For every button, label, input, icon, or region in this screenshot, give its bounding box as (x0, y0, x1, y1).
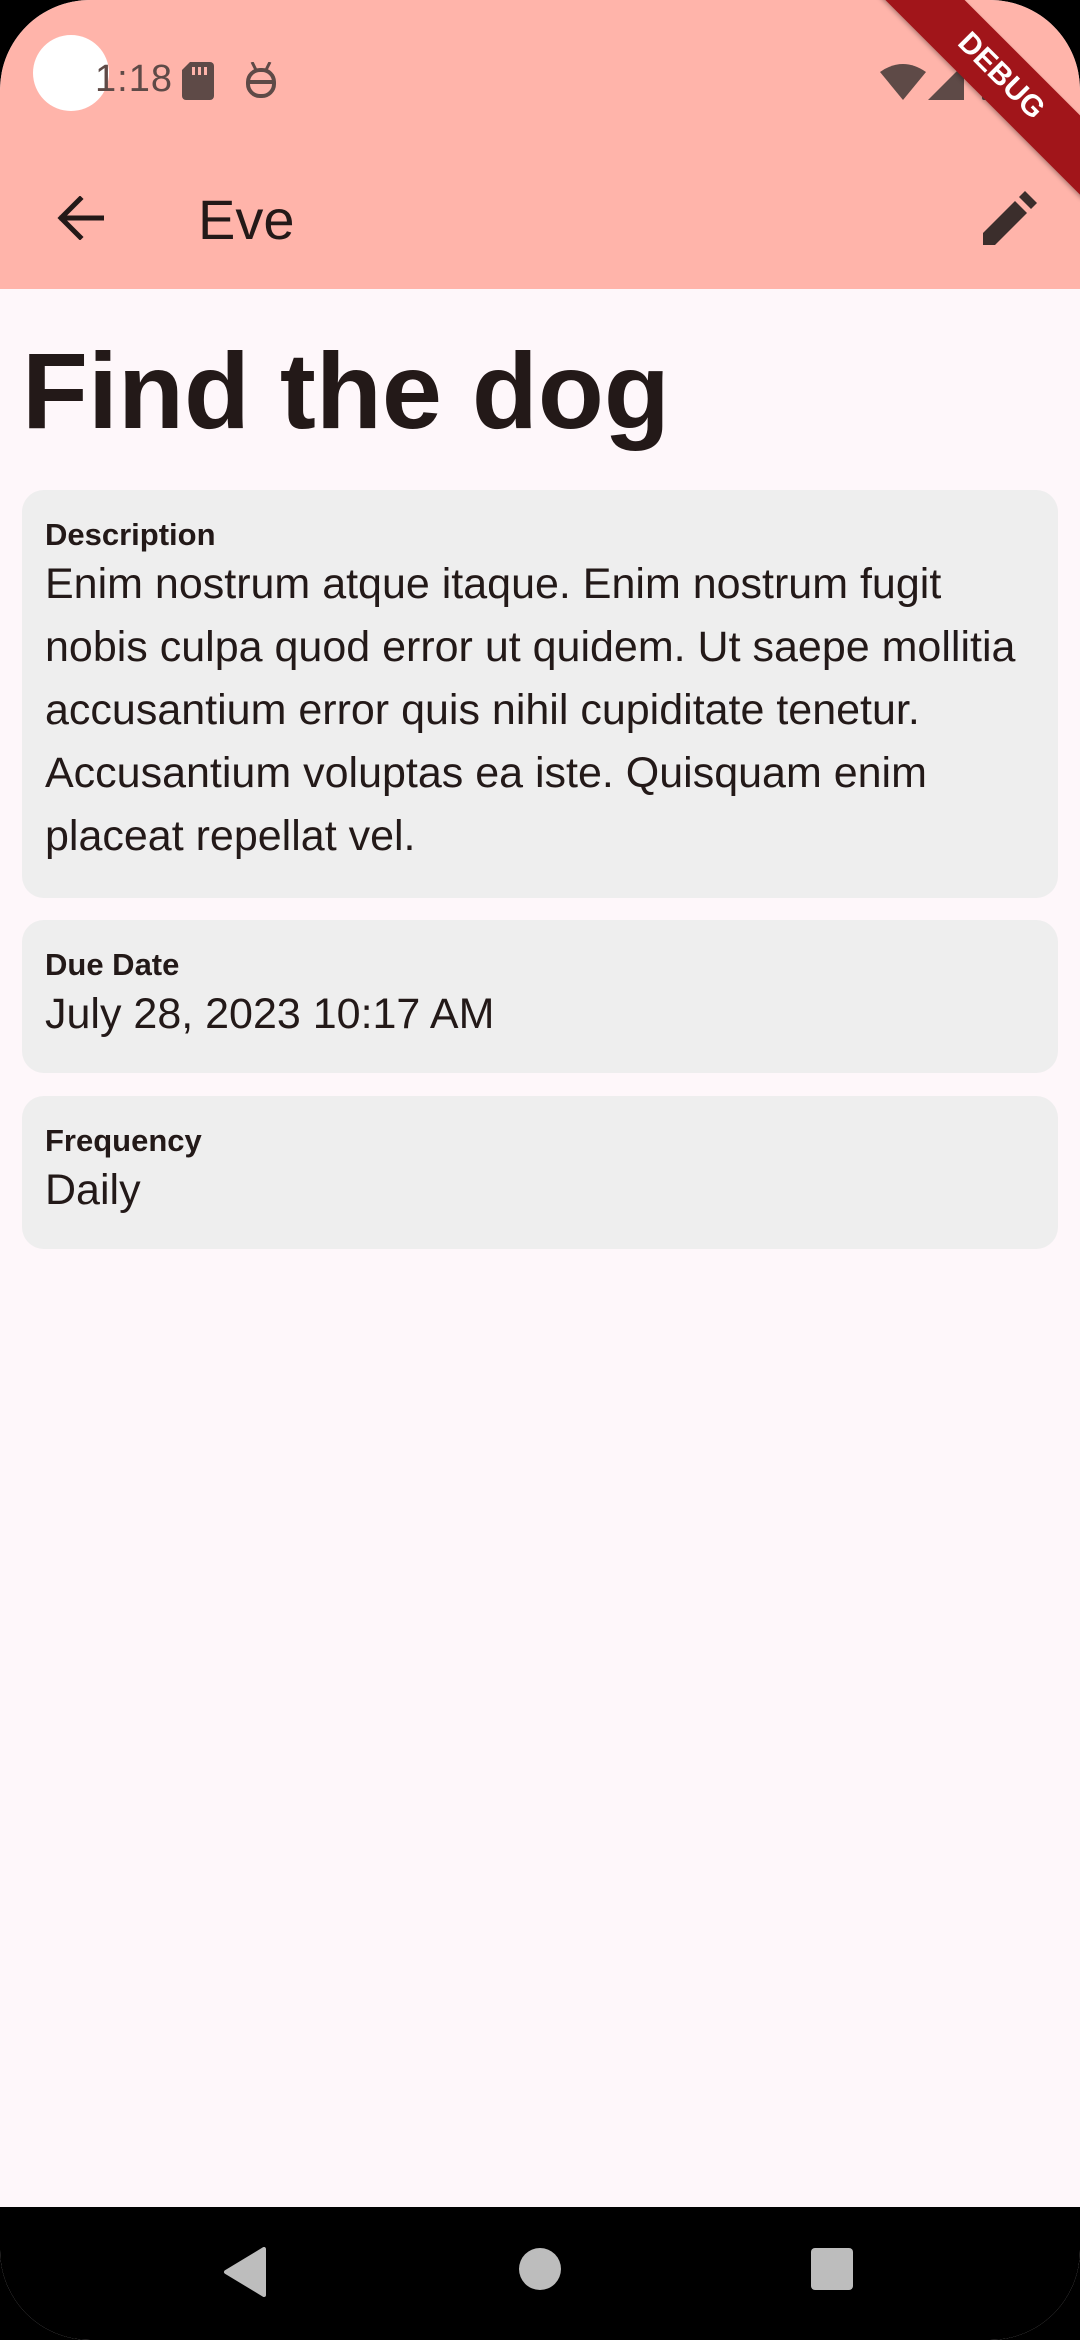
nav-recents-button[interactable] (810, 2247, 866, 2303)
nav-home-button[interactable] (518, 2247, 574, 2303)
due-date-card: Due Date July 28, 2023 10:17 AM (22, 920, 1058, 1073)
description-card: Description Enim nostrum atque itaque. E… (22, 490, 1058, 898)
description-label: Description (45, 517, 216, 552)
arrow-back-icon (56, 194, 105, 245)
triangle-back-icon (224, 2247, 266, 2297)
due-date-value: July 28, 2023 10:17 AM (45, 990, 495, 1039)
pencil-icon (983, 190, 1037, 250)
app-bar-container: 1:18 DEBUG Eve (0, 0, 1080, 289)
description-value: Enim nostrum atque itaque. Enim nostrum … (45, 560, 1016, 861)
sd-card-icon (182, 62, 214, 105)
android-debug-icon (244, 61, 278, 105)
circle-home-icon (519, 2248, 561, 2290)
status-bar: 1:18 DEBUG (0, 0, 1080, 199)
task-title: Find the dog (22, 330, 670, 451)
status-time: 1:18 (95, 58, 173, 100)
wifi-icon (880, 64, 926, 105)
frequency-card: Frequency Daily (22, 1096, 1058, 1249)
nav-back-button[interactable] (222, 2247, 278, 2303)
toolbar: Eve (0, 150, 1080, 289)
frequency-label: Frequency (45, 1123, 202, 1158)
toolbar-title: Eve (198, 188, 295, 251)
frequency-value: Daily (45, 1166, 141, 1215)
square-recents-icon (811, 2248, 853, 2290)
phone-screen: 1:18 DEBUG Eve Find the dog Description … (0, 0, 1080, 2340)
back-button[interactable] (40, 180, 120, 260)
edit-button[interactable] (970, 180, 1050, 260)
system-navigation-bar (0, 2207, 1080, 2340)
due-date-label: Due Date (45, 947, 180, 982)
